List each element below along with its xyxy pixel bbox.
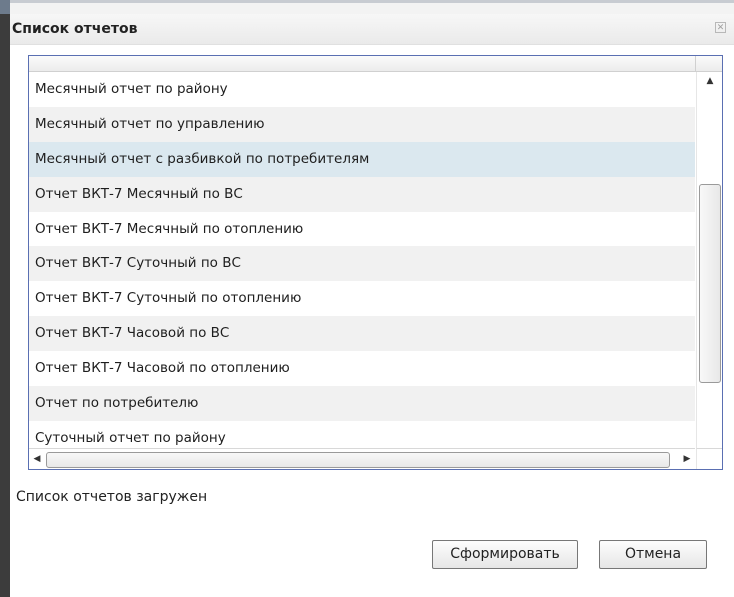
list-item[interactable]: Отчет ВКТ-7 Суточный по отоплению <box>29 281 695 316</box>
vertical-scrollbar[interactable]: ▲ ▼ <box>696 72 722 463</box>
list-item[interactable]: Отчет ВКТ-7 Суточный по ВС <box>29 246 695 282</box>
scroll-up-icon[interactable]: ▲ <box>697 72 722 90</box>
list-item[interactable]: Отчет ВКТ-7 Часовой по ВС <box>29 316 695 352</box>
list-item[interactable]: Месячный отчет с разбивкой по потребител… <box>29 141 695 177</box>
scrollbar-corner <box>696 448 722 469</box>
scroll-left-icon[interactable]: ◀ <box>29 449 45 469</box>
background-window-top <box>10 0 734 3</box>
dialog-title: Список отчетов <box>12 21 138 37</box>
reports-list-rows: Месячный отчет по району Месячный отчет п… <box>29 72 695 448</box>
background-window-edge <box>0 0 10 597</box>
list-column-header <box>29 56 695 72</box>
list-header-corner <box>695 56 722 72</box>
cancel-button[interactable]: Отмена <box>599 540 707 569</box>
list-item[interactable]: Суточный отчет по району <box>29 421 695 448</box>
generate-button[interactable]: Сформировать <box>432 540 578 569</box>
scroll-right-icon[interactable]: ▶ <box>679 449 695 469</box>
list-item[interactable]: Отчет ВКТ-7 Месячный по отоплению <box>29 212 695 247</box>
list-item[interactable]: Отчет ВКТ-7 Часовой по отоплению <box>29 351 695 386</box>
title-bar[interactable]: Список отчетов ✕ <box>10 14 734 45</box>
background-window-edge-top <box>0 0 10 14</box>
status-message: Список отчетов загружен <box>16 489 208 505</box>
vertical-scroll-thumb[interactable] <box>699 184 721 383</box>
horizontal-scroll-thumb[interactable] <box>46 452 670 468</box>
list-item[interactable]: Отчет ВКТ-7 Месячный по ВС <box>29 176 695 212</box>
reports-list[interactable]: Месячный отчет по району Месячный отчет п… <box>28 55 723 470</box>
close-icon[interactable]: ✕ <box>715 22 726 33</box>
list-item[interactable]: Месячный отчет по району <box>29 72 695 107</box>
list-item[interactable]: Отчет по потребителю <box>29 386 695 421</box>
horizontal-scrollbar[interactable]: ◀ ▶ <box>29 448 695 469</box>
list-item[interactable]: Месячный отчет по управлению <box>29 106 695 142</box>
reports-dialog: Список отчетов ✕ Месячный отчет по район… <box>10 14 734 597</box>
